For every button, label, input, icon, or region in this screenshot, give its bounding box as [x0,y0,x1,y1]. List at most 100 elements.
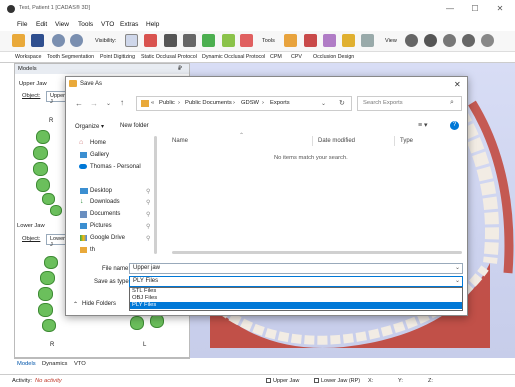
tab-tooth-segmentation[interactable]: Tooth Segmentation [47,54,94,60]
new-folder-button[interactable]: New folder [120,123,149,129]
lower-tooth[interactable] [130,316,144,330]
view-front-icon[interactable] [405,34,418,47]
nav-documents[interactable]: Documents [90,211,120,217]
jaw-tool-icon[interactable] [361,34,374,47]
dialog-close-button[interactable]: ✕ [454,80,461,89]
up-arrow-icon[interactable]: ↑ [120,98,124,107]
organize-button[interactable]: Organize ▾ [75,123,104,130]
tab-dynamics[interactable]: Dynamics [42,361,67,367]
file-list-scrollbar[interactable] [172,251,462,254]
view-right-icon[interactable] [443,34,456,47]
lower-tooth[interactable] [150,314,164,328]
nav-downloads[interactable]: Downloads [90,199,120,205]
hide-folders-button[interactable]: Hide Folders [82,301,116,307]
address-dropdown-icon[interactable]: ⌄ [321,100,326,107]
nav-gallery[interactable]: Gallery [90,152,109,158]
tab-models[interactable]: Models [17,361,36,367]
breadcrumb-exports[interactable]: Exports [270,100,290,106]
tooth-tool-icon[interactable] [323,34,336,47]
open-folder-icon[interactable] [12,34,25,47]
lower-tooth[interactable] [42,319,56,332]
menu-file[interactable]: File [17,21,27,28]
file-name-input[interactable]: Upper jaw [129,263,463,274]
menu-vto[interactable]: VTO [101,21,114,28]
menu-extras[interactable]: Extras [120,21,138,28]
undo-icon[interactable] [52,34,65,47]
column-date-modified[interactable]: Date modified [318,138,355,144]
nav-th[interactable]: th [90,247,95,253]
tab-workspace[interactable]: Workspace [15,54,41,60]
occlusion-icon[interactable] [304,34,317,47]
close-window-button[interactable]: ✕ [490,3,510,15]
view-top-icon[interactable] [462,34,475,47]
tool-b-icon[interactable] [183,34,196,47]
teeth-visibility-icon[interactable] [144,34,157,47]
upper-tooth[interactable] [42,193,55,205]
nav-pictures[interactable]: Pictures [90,223,112,229]
refresh-icon[interactable]: ↻ [339,99,345,107]
breadcrumb-gdsw[interactable]: GDSW [241,100,259,106]
view-bottom-icon[interactable] [481,34,494,47]
articulator-icon[interactable] [284,34,297,47]
lower-tooth[interactable] [44,256,58,269]
nav-scrollbar[interactable] [154,136,157,254]
save-icon[interactable] [31,34,44,47]
breadcrumb-public-documents[interactable]: Public Documents [185,100,232,106]
tab-static-occlusal[interactable]: Static Occlusal Protocol [141,54,197,60]
column-divider[interactable] [394,136,395,146]
tab-occlusion-design[interactable]: Occlusion Design [313,54,354,60]
menu-view[interactable]: View [55,21,69,28]
upper-tooth[interactable] [36,178,50,192]
type-option-ply[interactable]: PLY Files [130,302,462,309]
type-option-obj[interactable]: OBJ Files [130,295,462,302]
ruler-icon[interactable] [342,34,355,47]
file-name-dropdown-icon[interactable]: ⌄ [455,264,460,271]
tab-point-digitizing[interactable]: Point Digitizing [100,54,135,60]
menu-edit[interactable]: Edit [36,21,47,28]
upper-tooth[interactable] [33,146,48,160]
minimize-button[interactable]: — [440,3,460,15]
nav-home[interactable]: Home [90,140,106,146]
grid-view-icon[interactable] [125,34,138,47]
column-name[interactable]: Name [172,138,188,144]
back-arrow-icon[interactable]: ← [75,99,83,108]
pin-icon[interactable]: ⚲ [146,235,150,242]
axis-icon[interactable] [202,34,215,47]
upper-tooth[interactable] [36,130,50,144]
lower-tooth[interactable] [38,303,53,317]
tab-cpm[interactable]: CPM [270,54,282,60]
column-divider[interactable] [312,136,313,146]
redo-icon[interactable] [70,34,83,47]
nav-desktop[interactable]: Desktop [90,188,112,194]
menu-help[interactable]: Help [146,21,159,28]
curve-icon[interactable] [222,34,235,47]
hide-folders-chevron-icon[interactable]: ⌃ [73,301,78,308]
view-options-icon[interactable]: ≡ ▾ [418,121,428,129]
type-option-stl[interactable]: STL Files [130,288,462,295]
nav-onedrive[interactable]: Thomas - Personal [90,164,141,170]
pin-icon[interactable]: ⚲ [146,188,150,195]
recent-chevron-icon[interactable]: ⌄ [106,100,111,107]
help-icon[interactable]: ? [450,121,459,130]
tab-dynamic-occlusal[interactable]: Dynamic Occlusal Protocol [202,54,265,60]
pin-icon[interactable]: ⚲ [146,211,150,218]
view-left-icon[interactable] [424,34,437,47]
tab-cpv[interactable]: CPV [291,54,302,60]
pin-icon[interactable]: ⚲ [146,223,150,230]
type-dropdown-icon[interactable]: ⌄ [455,277,460,284]
lower-tooth[interactable] [38,287,53,301]
lower-tooth[interactable] [40,271,55,285]
breadcrumb-overflow[interactable]: « [151,100,154,106]
nav-google-drive[interactable]: Google Drive [90,235,125,241]
upper-jaw-checkbox[interactable] [266,378,271,383]
pin-icon[interactable]: ₽ [178,65,182,72]
menu-tools[interactable]: Tools [78,21,93,28]
breadcrumb-public[interactable]: Public [159,100,175,106]
pin-icon[interactable]: ⚲ [146,199,150,206]
upper-tooth[interactable] [33,162,48,176]
column-type[interactable]: Type [400,138,413,144]
forward-arrow-icon[interactable]: → [90,99,98,108]
maximize-button[interactable]: ☐ [465,3,485,15]
tool-a-icon[interactable] [164,34,177,47]
save-as-type-select[interactable]: PLY Files [129,276,463,287]
